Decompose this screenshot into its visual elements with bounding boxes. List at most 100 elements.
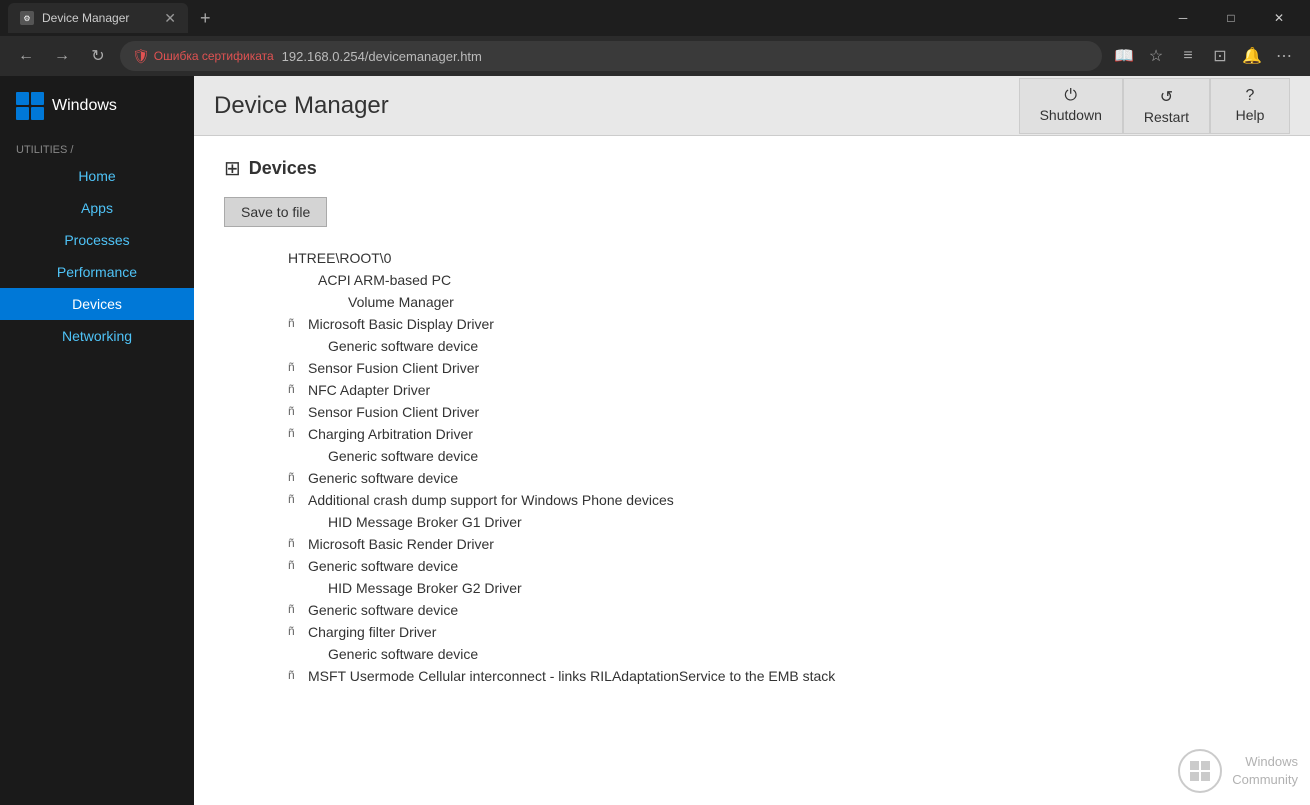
tab-favicon: ⚙	[20, 11, 34, 25]
sidebar: Windows UTILITIES / Home Apps Processes …	[0, 76, 194, 805]
device-name: Sensor Fusion Client Driver	[308, 360, 479, 376]
header-buttons: ⏻ Shutdown ↺ Restart ? Help	[1019, 78, 1290, 134]
list-item: ACPI ARM-based PC	[224, 269, 1280, 291]
tab-title: Device Manager	[42, 11, 156, 25]
list-item: ñ Sensor Fusion Client Driver	[224, 357, 1280, 379]
device-icon: ñ	[288, 624, 304, 638]
devices-section-header: ⊞ Devices	[224, 156, 1280, 181]
security-badge: 🛡 Ошибка сертификата	[132, 48, 274, 65]
tab-bar: ⚙ Device Manager ✕ + ─ □ ✕	[0, 0, 1310, 36]
list-item: HTREE\ROOT\0	[224, 247, 1280, 269]
security-icon: 🛡	[132, 48, 150, 65]
restart-button[interactable]: ↺ Restart	[1123, 78, 1210, 134]
url-text: 192.168.0.254/devicemanager.htm	[282, 49, 482, 64]
sidebar-item-performance[interactable]: Performance	[0, 256, 194, 288]
notifications-icon[interactable]: 🔔	[1238, 42, 1266, 70]
url-bar[interactable]: 🛡 Ошибка сертификата 192.168.0.254/devic…	[120, 41, 1102, 71]
device-icon: ñ	[288, 536, 304, 550]
reader-icon[interactable]: 📖	[1110, 42, 1138, 70]
sidebar-item-devices[interactable]: Devices	[0, 288, 194, 320]
devices-icon: ⊞	[224, 156, 241, 181]
list-item: ñ Charging filter Driver	[224, 621, 1280, 643]
active-tab[interactable]: ⚙ Device Manager ✕	[8, 3, 188, 33]
list-item: ñ Generic software device	[224, 555, 1280, 577]
device-name: HTREE\ROOT\0	[288, 250, 391, 266]
device-name: Generic software device	[308, 470, 458, 486]
help-label: Help	[1236, 107, 1265, 123]
device-name: ACPI ARM-based PC	[318, 272, 451, 288]
list-item: ñ MSFT Usermode Cellular interconnect - …	[224, 665, 1280, 687]
utilities-label: UTILITIES /	[0, 136, 194, 160]
address-bar: ← → ↻ 🛡 Ошибка сертификата 192.168.0.254…	[0, 36, 1310, 76]
maximize-button[interactable]: □	[1208, 3, 1254, 33]
device-name: HID Message Broker G1 Driver	[328, 514, 522, 530]
favorites-icon[interactable]: ☆	[1142, 42, 1170, 70]
device-name: Volume Manager	[348, 294, 454, 310]
device-tree: HTREE\ROOT\0 ACPI ARM-based PC Volume Ma…	[224, 247, 1280, 687]
list-item: Generic software device	[224, 643, 1280, 665]
list-item: ñ Generic software device	[224, 599, 1280, 621]
more-icon[interactable]: ⋯	[1270, 42, 1298, 70]
list-item: ñ Microsoft Basic Display Driver	[224, 313, 1280, 335]
forward-button[interactable]: →	[48, 42, 76, 70]
list-item: ñ Microsoft Basic Render Driver	[224, 533, 1280, 555]
sidebar-item-apps[interactable]: Apps	[0, 192, 194, 224]
content-header: Device Manager ⏻ Shutdown ↺ Restart ? He…	[194, 76, 1310, 136]
toolbar-icons: 📖 ☆ ≡ ⊡ 🔔 ⋯	[1110, 42, 1298, 70]
list-item: ñ Generic software device	[224, 467, 1280, 489]
help-icon: ?	[1246, 87, 1255, 105]
device-icon: ñ	[288, 316, 304, 330]
back-button[interactable]: ←	[12, 42, 40, 70]
device-name: MSFT Usermode Cellular interconnect - li…	[308, 668, 835, 684]
device-icon: ñ	[288, 470, 304, 484]
device-name: Generic software device	[328, 338, 478, 354]
windows-logo	[16, 92, 44, 120]
browser-chrome: ⚙ Device Manager ✕ + ─ □ ✕ ← → ↻ 🛡 Ошибк…	[0, 0, 1310, 76]
device-icon: ñ	[288, 360, 304, 374]
refresh-button[interactable]: ↻	[84, 42, 112, 70]
device-name: Generic software device	[328, 448, 478, 464]
community-text: Windows Community	[1232, 753, 1298, 789]
list-item: HID Message Broker G1 Driver	[224, 511, 1280, 533]
list-item: ñ Additional crash dump support for Wind…	[224, 489, 1280, 511]
community-watermark: Windows Community	[1178, 749, 1298, 793]
sidebar-item-home[interactable]: Home	[0, 160, 194, 192]
restart-icon: ↺	[1160, 87, 1173, 107]
sidebar-item-networking[interactable]: Networking	[0, 320, 194, 352]
device-name: Charging Arbitration Driver	[308, 426, 473, 442]
page-title: Device Manager	[214, 92, 1019, 120]
list-item: Generic software device	[224, 335, 1280, 357]
settings-icon[interactable]: ≡	[1174, 42, 1202, 70]
device-name: Charging filter Driver	[308, 624, 436, 640]
list-item: HID Message Broker G2 Driver	[224, 577, 1280, 599]
tab-close-button[interactable]: ✕	[164, 10, 176, 27]
share-icon[interactable]: ⊡	[1206, 42, 1234, 70]
windows-community-icon	[1188, 759, 1212, 783]
devices-title: Devices	[249, 158, 317, 179]
device-name: HID Message Broker G2 Driver	[328, 580, 522, 596]
device-name: Microsoft Basic Render Driver	[308, 536, 494, 552]
help-button[interactable]: ? Help	[1210, 78, 1290, 134]
device-name: Generic software device	[328, 646, 478, 662]
content-area: Device Manager ⏻ Shutdown ↺ Restart ? He…	[194, 76, 1310, 805]
community-logo	[1178, 749, 1222, 793]
content-body: ⊞ Devices Save to file HTREE\ROOT\0 ACPI…	[194, 136, 1310, 805]
minimize-button[interactable]: ─	[1160, 3, 1206, 33]
security-error-text: Ошибка сертификата	[154, 49, 274, 63]
restart-label: Restart	[1144, 109, 1189, 125]
device-icon: ñ	[288, 404, 304, 418]
device-icon: ñ	[288, 558, 304, 572]
device-icon: ñ	[288, 492, 304, 506]
save-to-file-button[interactable]: Save to file	[224, 197, 327, 227]
device-name: Microsoft Basic Display Driver	[308, 316, 494, 332]
device-icon: ñ	[288, 382, 304, 396]
window-controls: ─ □ ✕	[1160, 3, 1302, 33]
sidebar-item-processes[interactable]: Processes	[0, 224, 194, 256]
device-icon: ñ	[288, 602, 304, 616]
sidebar-header: Windows	[0, 76, 194, 136]
device-icon: ñ	[288, 668, 304, 682]
main-layout: Windows UTILITIES / Home Apps Processes …	[0, 76, 1310, 805]
close-button[interactable]: ✕	[1256, 3, 1302, 33]
new-tab-button[interactable]: +	[192, 8, 219, 29]
shutdown-button[interactable]: ⏻ Shutdown	[1019, 78, 1123, 134]
